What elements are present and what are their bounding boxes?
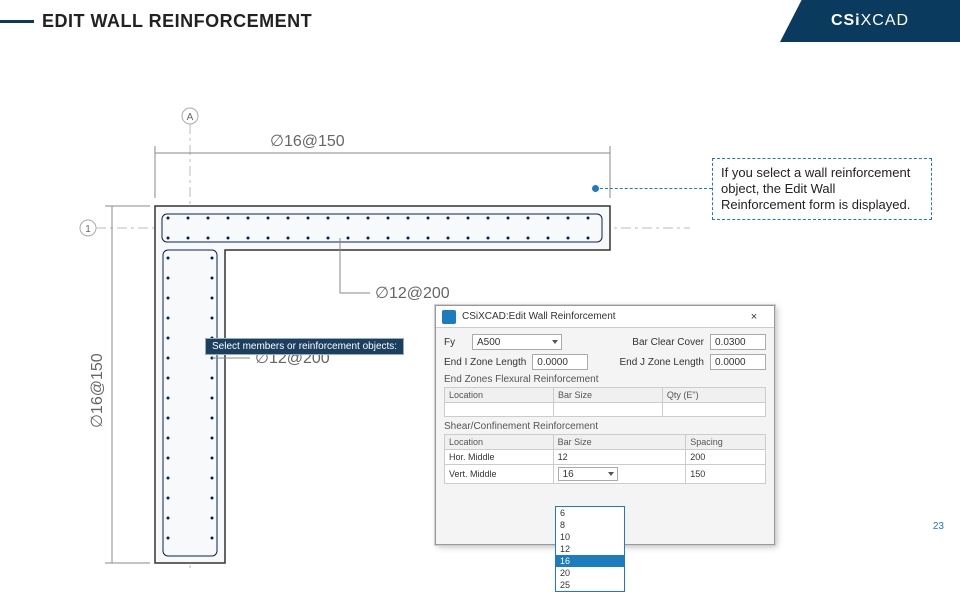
top-dimension: ∅16@150 (270, 133, 345, 150)
dropdown-option[interactable]: 12 (556, 543, 624, 555)
col-location: Location (445, 388, 554, 403)
dialog-body: Fy A500 Bar Clear Cover 0.0300 End I Zon… (436, 328, 774, 490)
table-row[interactable]: Hor. Middle 12 200 (445, 450, 766, 465)
close-button[interactable]: × (740, 309, 768, 325)
callout-connector (595, 188, 712, 189)
section-shear: Shear/Confinement Reinforcement (444, 421, 766, 432)
brand-xcad: XCAD (861, 12, 909, 29)
row-hor-label: Hor. Middle (445, 450, 554, 465)
brand-csi: CSi (831, 12, 861, 29)
cover-field[interactable]: 0.0300 (710, 334, 766, 350)
brand-logo: CSiXCAD (780, 0, 960, 42)
page-number: 23 (933, 521, 944, 532)
title-rule (0, 20, 34, 23)
content-area: A 1 ∅16@150 ∅16@150 ∅12@2 (0, 58, 960, 528)
endj-label: End J Zone Length (619, 357, 704, 368)
fy-label: Fy (444, 337, 466, 348)
dialog-title: CSiXCAD:Edit Wall Reinforcement (462, 311, 740, 322)
dropdown-option[interactable]: 8 (556, 519, 624, 531)
dropdown-option-selected[interactable]: 16 (556, 555, 624, 567)
app-icon (442, 310, 456, 324)
dialog-titlebar: CSiXCAD:Edit Wall Reinforcement × (436, 306, 774, 328)
dropdown-option[interactable]: 10 (556, 531, 624, 543)
col-barsize-2: Bar Size (553, 435, 686, 450)
shear-table: Location Bar Size Spacing Hor. Middle 12… (444, 434, 766, 484)
endi-field[interactable]: 0.0000 (532, 354, 588, 370)
table-row[interactable]: Vert. Middle 16 150 (445, 465, 766, 484)
callout-text: If you select a wall reinforcement objec… (721, 165, 910, 212)
row-hor-spc[interactable]: 200 (686, 450, 766, 465)
edit-wall-reinforcement-dialog: CSiXCAD:Edit Wall Reinforcement × Fy A50… (435, 305, 775, 545)
section-endzones: End Zones Flexural Reinforcement (444, 374, 766, 385)
leader-1: ∅12@200 (375, 285, 450, 302)
callout-box: If you select a wall reinforcement objec… (712, 158, 932, 220)
col-barsize: Bar Size (553, 388, 662, 403)
col-qty: Qty (E") (662, 388, 765, 403)
endi-label: End I Zone Length (444, 357, 526, 368)
grid-label-a: A (187, 112, 194, 123)
row-hor-bar[interactable]: 12 (553, 450, 686, 465)
row-vert-label: Vert. Middle (445, 465, 554, 484)
title-bar: EDIT WALL REINFORCEMENT CSiXCAD (0, 0, 960, 42)
dropdown-option[interactable]: 20 (556, 567, 624, 579)
endzone-table: Location Bar Size Qty (E") (444, 387, 766, 417)
command-prompt: Select members or reinforcement objects: (205, 338, 404, 355)
grid-label-1: 1 (85, 224, 91, 235)
fy-combo[interactable]: A500 (472, 334, 562, 350)
col-location-2: Location (445, 435, 554, 450)
barsize-dropdown[interactable]: 6 8 10 12 16 20 25 (555, 506, 625, 592)
dropdown-option[interactable]: 6 (556, 507, 624, 519)
dropdown-option[interactable]: 25 (556, 579, 624, 591)
row-vert-spc[interactable]: 150 (686, 465, 766, 484)
cover-label: Bar Clear Cover (632, 337, 704, 348)
row-vert-bar[interactable]: 16 (553, 465, 686, 484)
page-title: EDIT WALL REINFORCEMENT (42, 11, 312, 32)
col-spacing: Spacing (686, 435, 766, 450)
left-dimension: ∅16@150 (89, 353, 106, 428)
endj-field[interactable]: 0.0000 (710, 354, 766, 370)
